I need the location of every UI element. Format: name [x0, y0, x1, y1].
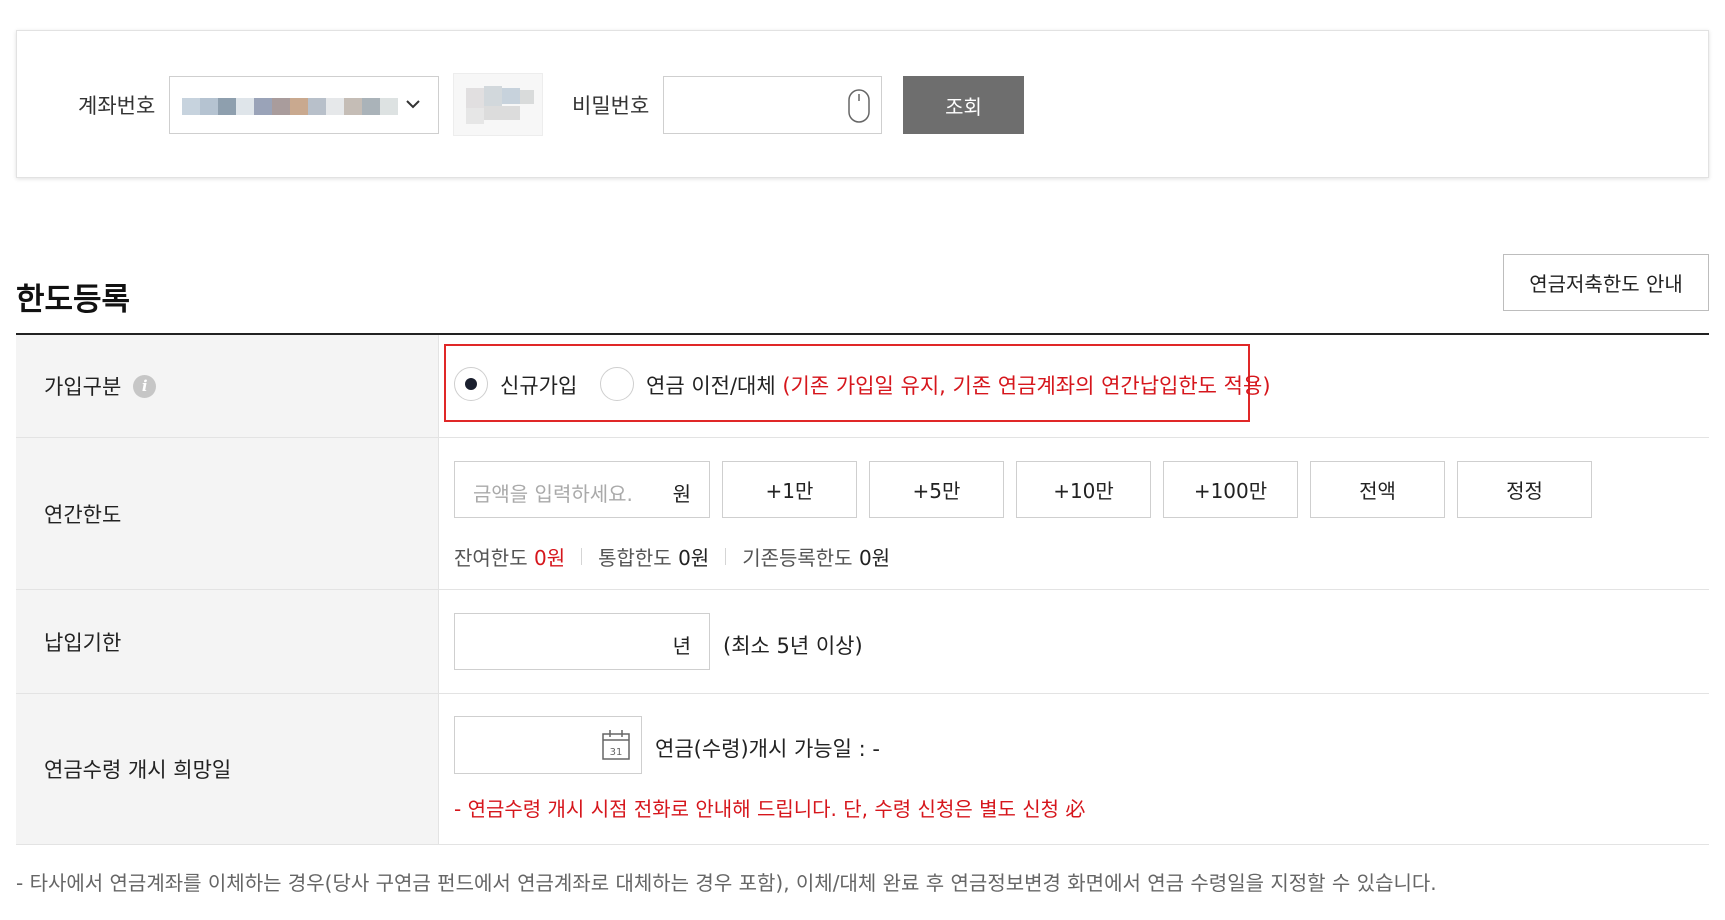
annual-limit-label: 연간한도: [44, 502, 122, 527]
annual-limit-cell: 금액을 입력하세요. 원 +1만 +5만 +10만 +100만 전액 정정 잔여…: [439, 438, 1709, 589]
full-amount-button[interactable]: 전액: [1310, 461, 1445, 518]
pension-start-header: 연금수령 개시 희망일: [16, 694, 439, 844]
payment-years-input[interactable]: 년: [454, 613, 710, 670]
account-number-label: 계좌번호: [78, 94, 156, 118]
pension-start-cell: 31 연금(수령)개시 가능일 : - - 연금수령 개시 시점 전화로 안내해…: [439, 694, 1709, 844]
registered-limit-label: 기존등록한도: [742, 546, 853, 570]
add-10k-button[interactable]: +1만: [722, 461, 857, 518]
payment-period-note: (최소 5년 이상): [723, 634, 863, 658]
payment-period-header: 납입기한: [16, 590, 439, 693]
masked-account-number: [182, 98, 398, 115]
account-select[interactable]: [169, 76, 439, 134]
radio-new-join-label[interactable]: 신규가입: [500, 370, 577, 400]
pension-start-row: 연금수령 개시 희망일 31 연금(수령)개시 가능일 : - - 연금수령 개…: [16, 694, 1709, 845]
join-type-label: 가입구분: [44, 375, 122, 399]
annual-limit-row: 연간한도 금액을 입력하세요. 원 +1만 +5만 +10만 +100만 전액 …: [16, 438, 1709, 590]
password-label: 비밀번호: [572, 94, 650, 118]
divider: [581, 548, 583, 565]
radio-transfer[interactable]: [600, 367, 634, 401]
combined-limit-value: 0원: [678, 546, 710, 570]
password-input[interactable]: [663, 76, 882, 134]
limit-summary: 잔여한도 0원 통합한도 0원 기존등록한도 0원: [454, 542, 890, 571]
pension-limit-guide-button[interactable]: 연금저축한도 안내: [1503, 254, 1709, 311]
account-query-panel: 계좌번호 비밀번호 조회: [16, 30, 1709, 178]
divider: [725, 548, 727, 565]
search-button[interactable]: 조회: [903, 76, 1024, 134]
amount-unit: 원: [672, 482, 691, 506]
reset-button[interactable]: 정정: [1457, 461, 1592, 518]
chevron-down-icon: [406, 100, 420, 109]
radio-transfer-label-group[interactable]: 연금 이전/대체 (기존 가입일 유지, 기존 연금계좌의 연간납입한도 적용): [646, 370, 1271, 400]
join-type-row: 가입구분 i 신규가입 연금 이전/대체 (기존 가입일 유지, 기존 연금계좌…: [16, 335, 1709, 438]
mouse-icon[interactable]: [847, 88, 871, 124]
payment-period-label: 납입기한: [44, 630, 122, 655]
annual-limit-header: 연간한도: [16, 438, 439, 589]
join-type-header: 가입구분 i: [16, 335, 439, 437]
svg-text:31: 31: [610, 747, 623, 758]
remaining-limit-value: 0원: [533, 546, 566, 570]
add-1m-button[interactable]: +100만: [1163, 461, 1298, 518]
available-start-date: 연금(수령)개시 가능일 : -: [655, 737, 880, 761]
info-icon[interactable]: i: [133, 374, 157, 398]
join-type-cell: 신규가입 연금 이전/대체 (기존 가입일 유지, 기존 연금계좌의 연간납입한…: [439, 335, 1709, 437]
radio-new-join[interactable]: [454, 367, 488, 401]
amount-placeholder: 금액을 입력하세요.: [473, 482, 633, 506]
add-100k-button[interactable]: +10만: [1016, 461, 1151, 518]
radio-transfer-label[interactable]: 연금 이전/대체: [646, 374, 776, 398]
combined-limit-label: 통합한도: [598, 546, 672, 570]
add-50k-button[interactable]: +5만: [869, 461, 1004, 518]
amount-input[interactable]: 금액을 입력하세요. 원: [454, 461, 710, 518]
page-title: 한도등록: [16, 282, 131, 318]
remaining-limit-label: 잔여한도: [454, 546, 528, 570]
start-date-input[interactable]: 31: [454, 716, 642, 774]
registered-limit-value: 0원: [858, 546, 891, 570]
calendar-icon[interactable]: 31: [601, 729, 631, 761]
pension-start-label: 연금수령 개시 희망일: [44, 758, 232, 782]
pension-start-warning: - 연금수령 개시 시점 전화로 안내해 드립니다. 단, 수령 신청은 별도 …: [454, 797, 1086, 821]
masked-thumbnail: [453, 73, 543, 136]
transfer-footnote: - 타사에서 연금계좌를 이체하는 경우(당사 구연금 펀드에서 연금계좌로 대…: [16, 871, 1437, 895]
limit-registration-form: 가입구분 i 신규가입 연금 이전/대체 (기존 가입일 유지, 기존 연금계좌…: [16, 333, 1709, 845]
radio-transfer-note: (기존 가입일 유지, 기존 연금계좌의 연간납입한도 적용): [782, 374, 1271, 398]
year-unit: 년: [672, 634, 691, 658]
payment-period-row: 납입기한 년 (최소 5년 이상): [16, 590, 1709, 694]
payment-period-cell: 년 (최소 5년 이상): [439, 590, 1709, 693]
